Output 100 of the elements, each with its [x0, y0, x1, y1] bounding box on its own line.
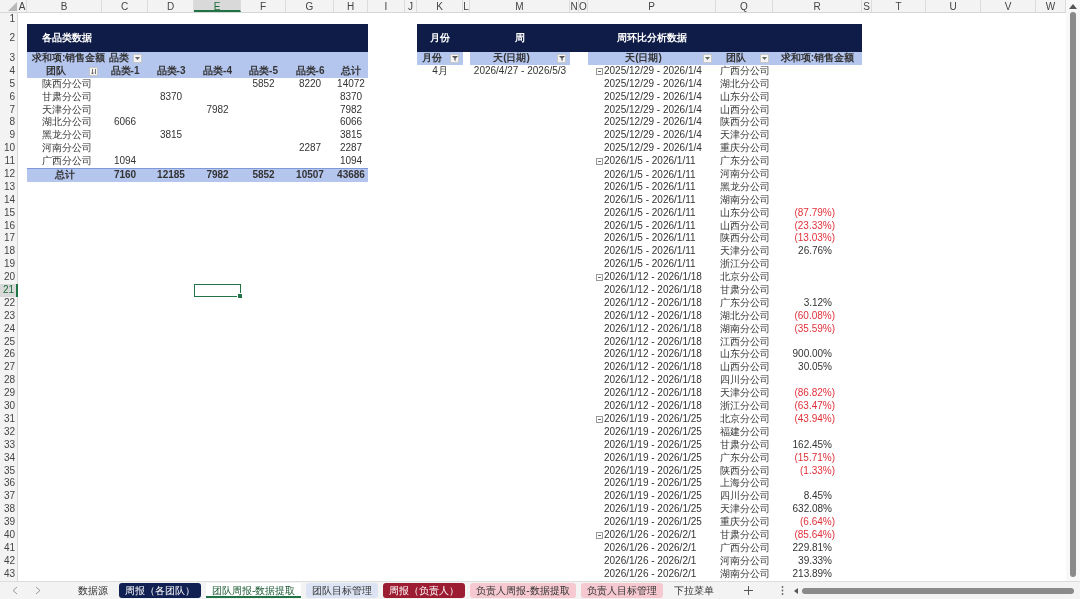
team-name: 山西分公司	[718, 103, 771, 117]
column-header[interactable]: J	[405, 0, 417, 12]
row-header[interactable]: 12	[0, 168, 18, 182]
team-name: 山东分公司	[718, 348, 771, 362]
column-header[interactable]: P	[588, 0, 716, 12]
column-label: 品类-1	[109, 64, 141, 78]
vertical-scrollbar[interactable]	[1066, 0, 1080, 581]
team-name: 陕西分公司	[718, 116, 771, 130]
row-header[interactable]: 11	[0, 155, 18, 169]
row-header[interactable]: 10	[0, 142, 18, 156]
column-header[interactable]: G	[286, 0, 334, 12]
row-header[interactable]: 38	[0, 503, 18, 517]
column-header[interactable]: T	[872, 0, 926, 12]
add-icon[interactable]	[743, 586, 753, 595]
team-name: 浙江分公司	[718, 400, 771, 413]
date-range: 2026/1/12 - 2026/1/18	[603, 400, 702, 413]
row-header[interactable]: 20	[0, 271, 18, 285]
collapse-icon[interactable]	[596, 274, 603, 282]
scrollbar-thumb[interactable]	[1070, 12, 1076, 577]
column-header[interactable]: U	[926, 0, 981, 12]
scroll-up-icon[interactable]	[1069, 4, 1077, 9]
date-range: 2026/1/19 - 2026/1/25	[603, 516, 702, 529]
row-header[interactable]: 2	[0, 24, 18, 52]
row-header[interactable]: 3	[0, 52, 18, 65]
row-header[interactable]: 27	[0, 361, 18, 375]
team-name: 河南分公司	[718, 554, 771, 568]
collapse-icon[interactable]	[596, 158, 603, 166]
row-header[interactable]: 1	[0, 13, 18, 24]
column-header[interactable]: E	[194, 0, 241, 12]
column-header[interactable]: F	[241, 0, 286, 12]
column-label: 品类-3	[155, 64, 187, 78]
date-range: 2026/1/5 - 2026/1/11	[603, 180, 696, 194]
row-header[interactable]: 29	[0, 387, 18, 401]
column-label: 求和项:销售金额	[779, 52, 856, 65]
percent-value: 632.08%	[791, 503, 833, 517]
column-header[interactable]: I	[368, 0, 405, 12]
table-cell-text: 6066	[338, 116, 364, 130]
row-label: 总计	[53, 169, 76, 182]
sheet-tab[interactable]: 周报（负责人）	[383, 583, 466, 598]
row-header[interactable]: 26	[0, 348, 18, 362]
percent-value: 3.12%	[802, 296, 833, 310]
row-header[interactable]: 18	[0, 245, 18, 259]
column-header[interactable]: S	[862, 0, 872, 12]
column-header[interactable]: L	[463, 0, 470, 12]
filter-icon[interactable]	[450, 53, 459, 63]
column-header[interactable]: H	[334, 0, 368, 12]
sheet-tab[interactable]: 团队目标管理	[306, 583, 379, 598]
more-icon[interactable]	[780, 586, 784, 595]
dropdown-icon[interactable]	[132, 53, 142, 63]
row-header[interactable]: 9	[0, 129, 18, 143]
sheet-tab[interactable]: 负责人目标管理	[580, 583, 663, 598]
row-header[interactable]: 39	[0, 516, 18, 529]
percent-value: 26.76%	[797, 245, 833, 259]
row-label: 甘肃分公司	[41, 90, 93, 104]
date-range: 2026/1/19 - 2026/1/25	[603, 438, 702, 452]
row-header[interactable]: 19	[0, 258, 18, 272]
dropdown-icon[interactable]	[760, 53, 769, 63]
sheet-tab[interactable]: 数据源	[72, 583, 114, 598]
column-header[interactable]: V	[981, 0, 1036, 12]
row-header[interactable]: 8	[0, 116, 18, 130]
table-cell-text: 7982	[205, 169, 230, 182]
row-header[interactable]: 17	[0, 232, 18, 246]
column-header[interactable]: N	[570, 0, 579, 12]
column-header[interactable]: O	[579, 0, 588, 12]
filter-value: 2026/4/27 - 2026/5/3	[472, 64, 568, 78]
row-header[interactable]: 30	[0, 400, 18, 413]
dropdown-icon[interactable]	[703, 53, 712, 63]
column-header[interactable]: Q	[716, 0, 773, 12]
table-cell-text: 1094	[338, 155, 364, 169]
team-name: 湖北分公司	[718, 77, 771, 91]
date-range: 2026/1/19 - 2026/1/25	[603, 464, 702, 478]
column-header[interactable]: B	[27, 0, 102, 12]
sheet-tab[interactable]: 团队周报-数据提取	[206, 583, 302, 598]
filter-icon[interactable]	[557, 53, 566, 63]
column-header[interactable]: M	[470, 0, 570, 12]
percent-value: 229.81%	[791, 541, 833, 555]
row-header[interactable]: 37	[0, 490, 18, 504]
team-name: 广东分公司	[718, 155, 771, 169]
column-header[interactable]: A	[18, 0, 27, 12]
row-label: 陕西分公司	[41, 77, 93, 91]
date-range: 2026/1/12 - 2026/1/18	[604, 271, 702, 285]
column-header[interactable]: R	[773, 0, 862, 12]
percent-value: 900.00%	[791, 348, 833, 362]
collapse-icon[interactable]	[596, 531, 603, 539]
collapse-icon[interactable]	[596, 415, 603, 423]
row-header[interactable]: 28	[0, 374, 18, 388]
percent-value: (15.71%)	[793, 451, 836, 465]
team-name: 黑龙分公司	[718, 180, 771, 194]
collapse-icon[interactable]	[596, 67, 603, 75]
row-label: 广西分公司	[41, 155, 93, 169]
date-range: 2026/1/19 - 2026/1/25	[603, 490, 702, 504]
scroll-left-icon[interactable]	[793, 587, 798, 594]
sheet-tab[interactable]: 周报（各团队）	[119, 583, 201, 598]
row-header[interactable]: 36	[0, 477, 18, 491]
column-header[interactable]: K	[417, 0, 463, 12]
column-header[interactable]: C	[102, 0, 148, 12]
row-header[interactable]: 21	[0, 284, 18, 297]
sort-filter-icon[interactable]	[89, 66, 98, 76]
sheet-tab[interactable]: 下拉菜单	[667, 583, 720, 598]
sheet-tab[interactable]: 负责人周报-数据提取	[470, 583, 576, 598]
